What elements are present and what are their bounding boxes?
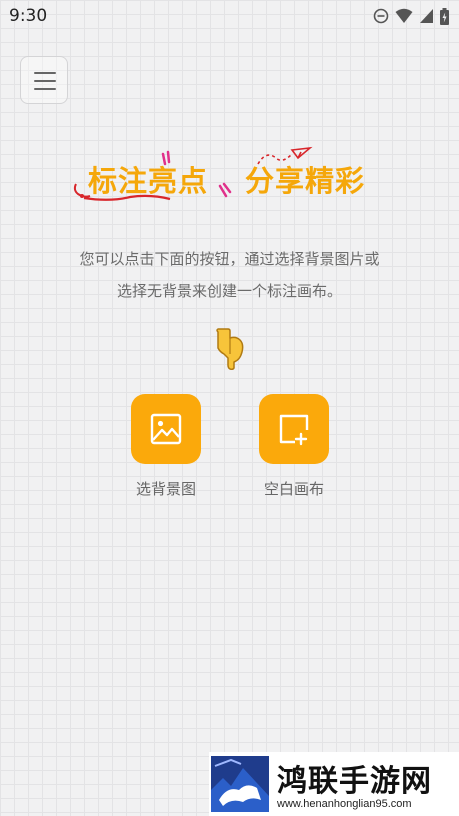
status-bar: 9:30 (0, 0, 459, 32)
description-line-2: 选择无背景来创建一个标注画布。 (116, 282, 342, 300)
hamburger-line (34, 80, 56, 82)
choose-background-button[interactable] (131, 394, 201, 464)
watermark: 鸿联手游网 www.henanhonglian95.com (209, 752, 459, 816)
hamburger-menu-icon (34, 72, 56, 74)
hamburger-line (34, 88, 56, 90)
pointing-down-hand-icon (216, 328, 244, 370)
blank-canvas-add-icon (279, 414, 309, 446)
menu-button[interactable] (20, 56, 68, 104)
watermark-url: www.henanhonglian95.com (277, 798, 412, 810)
choose-background-label[interactable]: 选背景图 (116, 478, 216, 499)
slogan-banner: 标注亮点 分享精彩 (70, 144, 400, 214)
slogan-part-2: 分享精彩 (245, 164, 366, 198)
blank-canvas-button[interactable] (259, 394, 329, 464)
image-icon (150, 413, 182, 445)
cellular-signal-icon (420, 9, 433, 23)
blank-canvas-label[interactable]: 空白画布 (244, 478, 344, 499)
watermark-logo-icon (211, 756, 269, 812)
do-not-disturb-icon (373, 8, 389, 24)
description-line-1: 您可以点击下面的按钮，通过选择背景图片或 (79, 250, 380, 268)
slogan-part-1: 标注亮点 (88, 164, 209, 198)
wifi-icon (395, 8, 413, 23)
status-time: 9:30 (9, 6, 48, 26)
watermark-title: 鸿联手游网 (277, 764, 432, 799)
status-icons (373, 7, 449, 25)
battery-charging-icon (440, 7, 449, 25)
